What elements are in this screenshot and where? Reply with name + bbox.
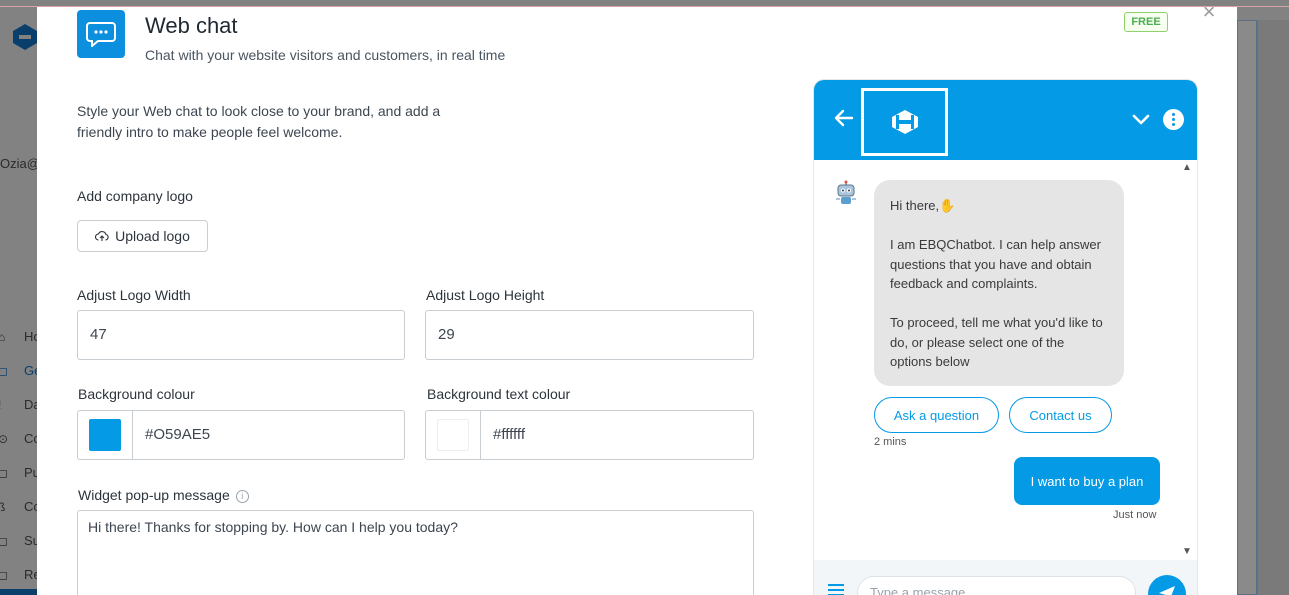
support-icon: ◻ <box>0 534 8 548</box>
chat-header <box>814 80 1197 160</box>
sidebar-bottom-bar <box>0 589 37 595</box>
sidebar-item-publish[interactable]: ◻ Pu <box>0 462 40 496</box>
bot-message-bubble: Hi there,✋ I am EBQChatbot. I can help a… <box>874 180 1124 386</box>
text-colour-label: Background text colour <box>427 386 571 402</box>
sidebar-item-config[interactable]: ⊙ Co <box>0 428 41 462</box>
info-icon[interactable]: i <box>235 490 249 503</box>
message-input[interactable]: Type a message... <box>857 576 1136 595</box>
bot-greeting: Hi there,✋ <box>890 198 956 213</box>
background-panel-edge <box>1256 20 1289 595</box>
page-title: Web chat <box>145 13 238 38</box>
logo-width-input[interactable]: 47 <box>77 310 405 360</box>
company-logo-icon <box>891 110 918 134</box>
app-logo-icon <box>13 24 37 50</box>
send-icon <box>1159 586 1175 595</box>
logo-height-input[interactable]: 29 <box>425 310 754 360</box>
free-badge: FREE <box>1124 12 1168 32</box>
upload-logo-label: Upload logo <box>115 228 190 244</box>
background-colour-value: #O59AE5 <box>145 426 211 443</box>
upload-logo-button[interactable]: Upload logo <box>77 220 208 252</box>
sidebar-item-home[interactable]: ⌂ Ho <box>0 326 41 360</box>
close-icon[interactable]: × <box>1197 7 1221 24</box>
web-chat-modal: × Web chat Chat with your website visito… <box>37 7 1237 595</box>
bot-instructions: To proceed, tell me what you'd like to d… <box>890 315 1103 369</box>
logo-label: Add company logo <box>77 188 193 204</box>
data-icon: ! <box>0 398 1 412</box>
bot-avatar-icon <box>836 180 856 204</box>
publish-icon: ◻ <box>0 466 8 480</box>
sidebar-item-data[interactable]: !Da <box>0 394 41 428</box>
scroll-up-icon[interactable]: ▲ <box>1182 162 1192 173</box>
background-colour-swatch[interactable] <box>89 419 121 451</box>
arrow-left-icon[interactable] <box>832 106 856 130</box>
cloud-upload-icon <box>95 231 109 241</box>
bot-intro: I am EBQChatbot. I can help answer quest… <box>890 237 1101 291</box>
sidebar-item-channels[interactable]: ß Co <box>0 496 41 530</box>
text-colour-input[interactable]: #ffffff <box>425 410 754 460</box>
sidebar-nav: ⌂Ho ◻Ge !Da ⊙Co ◻Pu ßCo ◻Su ◻Re <box>0 326 41 595</box>
logo-width-label: Adjust Logo Width <box>77 287 191 303</box>
logo-height-label: Adjust Logo Height <box>426 287 545 303</box>
chat-bubble-icon <box>86 22 116 47</box>
grid-icon: ◻ <box>0 364 8 378</box>
chat-composer: Type a message... <box>814 560 1197 595</box>
sidebar-item-support[interactable]: ◻ Su <box>0 530 40 564</box>
text-colour-swatch[interactable] <box>437 419 469 451</box>
background-panel <box>1237 20 1257 595</box>
menu-icon[interactable] <box>828 584 844 595</box>
more-options-icon[interactable] <box>1163 109 1184 130</box>
text-colour-value: #ffffff <box>493 426 525 443</box>
popup-message-textarea[interactable]: Hi there! Thanks for stopping by. How ca… <box>77 510 754 595</box>
reports-icon: ◻ <box>0 568 8 582</box>
chevron-down-icon[interactable] <box>1131 110 1151 130</box>
settings-icon: ⊙ <box>0 432 9 446</box>
send-button[interactable] <box>1148 575 1186 595</box>
account-email: Ozia@ <box>0 156 40 171</box>
channels-icon: ß <box>0 500 6 514</box>
chat-widget-preview: ▲ Hi there,✋ I am EBQChatbot. I can help… <box>814 80 1197 595</box>
background-colour-input[interactable]: #O59AE5 <box>77 410 405 460</box>
user-message-bubble: I want to buy a plan <box>1014 457 1160 505</box>
company-logo <box>861 88 948 156</box>
bot-message-time: 2 mins <box>874 436 907 448</box>
popup-message-label: Widget pop-up message i <box>78 487 249 503</box>
background-colour-label: Background colour <box>78 386 195 402</box>
ask-question-button[interactable]: Ask a question <box>874 397 999 433</box>
sidebar-item-general[interactable]: ◻ Ge <box>0 360 41 394</box>
user-message-time: Just now <box>1113 509 1157 521</box>
scroll-down-icon[interactable]: ▼ <box>1182 546 1192 557</box>
web-chat-icon <box>77 10 125 58</box>
intro-text: Style your Web chat to look close to you… <box>77 103 441 140</box>
chat-messages[interactable]: ▲ Hi there,✋ I am EBQChatbot. I can help… <box>814 160 1197 560</box>
page-subtitle: Chat with your website visitors and cust… <box>145 47 506 63</box>
contact-us-button[interactable]: Contact us <box>1009 397 1112 433</box>
home-icon: ⌂ <box>0 330 6 344</box>
